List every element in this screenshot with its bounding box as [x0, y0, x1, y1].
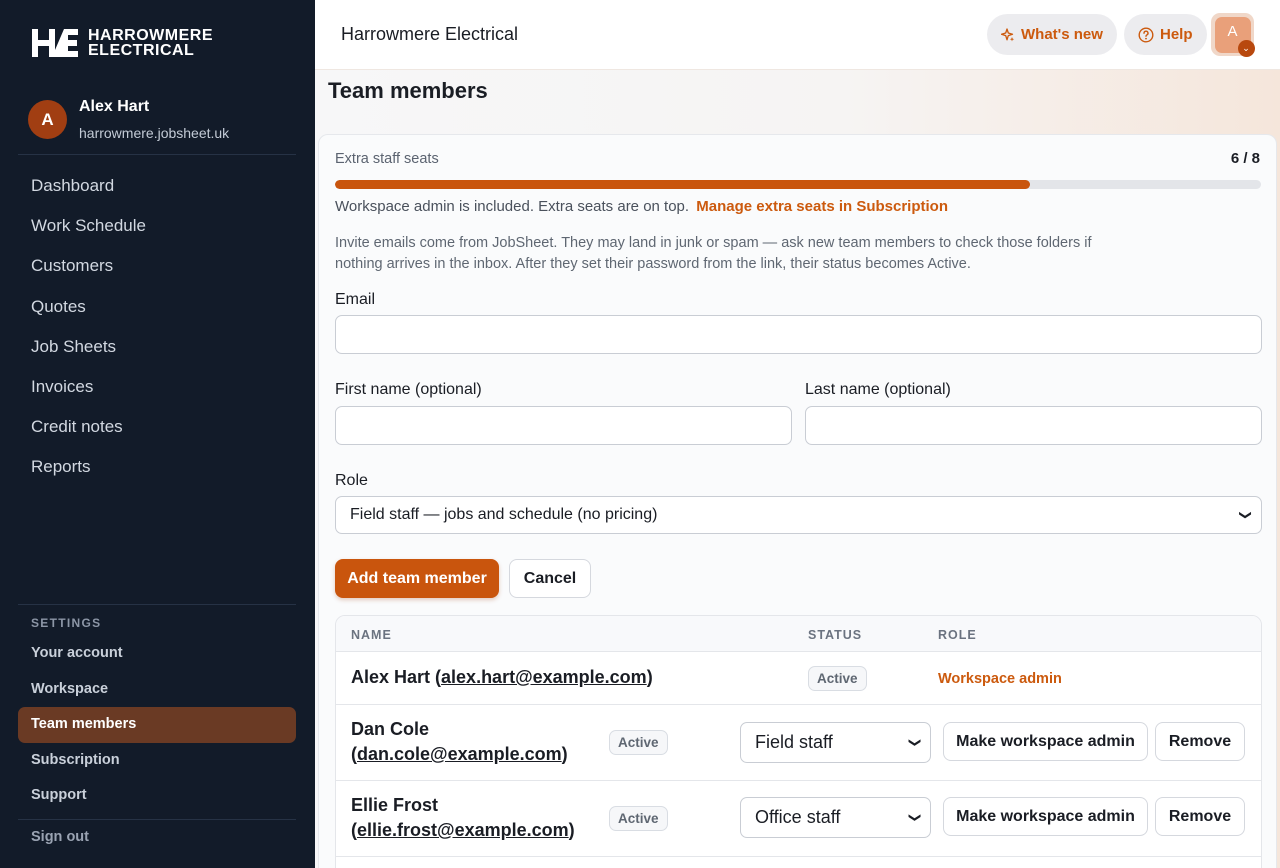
sparkle-icon	[1001, 27, 1015, 41]
remove-member-button[interactable]: Remove	[1155, 797, 1245, 836]
nav-item-job-sheets[interactable]: Job Sheets	[31, 337, 146, 377]
remove-member-button[interactable]: Remove	[1155, 722, 1245, 761]
team-members-card: Extra staff seats 6 / 8 Workspace admin …	[318, 134, 1277, 868]
first-name-input[interactable]	[335, 406, 792, 445]
seats-count: 6 / 8	[1230, 150, 1260, 167]
user-name: Alex Hart	[79, 98, 150, 115]
invite-info-text: Invite emails come from JobSheet. They m…	[335, 235, 1092, 272]
role-label: Role	[335, 472, 368, 489]
last-name-input[interactable]	[805, 406, 1262, 445]
page-title: Team members	[328, 78, 488, 103]
seats-progress-bar	[335, 180, 1261, 189]
main-content: Team members Extra staff seats 6 / 8 Wor…	[315, 70, 1280, 868]
last-name-label: Last name (optional)	[805, 381, 951, 398]
email-label: Email	[335, 291, 376, 308]
table-row: Dan Cole (dan.cole@example.com) Active Fi…	[336, 705, 1261, 781]
role-select-value: Field staff — jobs and schedule (no pric…	[350, 506, 658, 523]
chevron-down-icon: ❯	[908, 812, 923, 823]
settings-heading: SETTINGS	[31, 616, 102, 630]
settings-item-workspace[interactable]: Workspace	[18, 672, 296, 708]
make-workspace-admin-button[interactable]: Make workspace admin	[943, 722, 1148, 761]
seats-note: Workspace admin is included. Extra seats…	[335, 198, 948, 215]
column-header-name: NAME	[351, 628, 392, 642]
account-avatar-initial: A	[1227, 22, 1238, 40]
nav-item-invoices[interactable]: Invoices	[31, 377, 146, 417]
main-nav: Dashboard Work Schedule Customers Quotes…	[31, 176, 146, 498]
make-workspace-admin-button[interactable]: Make workspace admin	[943, 797, 1148, 836]
member-name: Dan Cole (dan.cole@example.com)	[351, 719, 568, 764]
member-name: Ellie Frost (ellie.frost@example.com)	[351, 795, 575, 840]
whats-new-label: What's new	[1021, 26, 1103, 43]
table-header: NAME STATUS ROLE	[336, 616, 1261, 652]
status-badge: Active	[609, 730, 668, 755]
sidebar-divider	[18, 819, 296, 820]
settings-item-team-members[interactable]: Team members	[18, 707, 296, 743]
nav-item-work-schedule[interactable]: Work Schedule	[31, 216, 146, 256]
settings-nav: Your account Workspace Team members Subs…	[18, 636, 296, 814]
sidebar-divider	[18, 154, 296, 155]
settings-item-subscription[interactable]: Subscription	[18, 743, 296, 779]
user-domain: harrowmere.jobsheet.uk	[79, 125, 230, 141]
member-email-link[interactable]: dan.cole@example.com	[357, 744, 562, 764]
team-table: NAME STATUS ROLE Alex Hart (alex.hart@ex…	[335, 615, 1262, 868]
column-header-status: STATUS	[808, 628, 863, 642]
workspace-name: Harrowmere Electrical	[341, 24, 519, 44]
role-select[interactable]: Field staff — jobs and schedule (no pric…	[335, 496, 1262, 534]
seats-label: Extra staff seats	[335, 151, 439, 167]
settings-item-support[interactable]: Support	[18, 778, 296, 814]
he-logo-icon	[32, 29, 78, 57]
account-menu-button[interactable]: A ⌄	[1211, 13, 1255, 57]
top-bar: Harrowmere Electrical What's new Help A …	[315, 0, 1280, 70]
status-badge: Active	[808, 666, 867, 691]
member-email-link[interactable]: alex.hart@example.com	[441, 667, 647, 687]
first-name-label: First name (optional)	[335, 381, 482, 398]
status-badge: Active	[609, 806, 668, 831]
chevron-down-icon: ⌄	[1237, 39, 1255, 57]
add-team-member-button[interactable]: Add team member	[335, 559, 499, 598]
user-avatar: A	[28, 100, 67, 139]
nav-item-quotes[interactable]: Quotes	[31, 297, 146, 337]
role-workspace-admin: Workspace admin	[938, 671, 1062, 687]
member-role-select[interactable]: Office staff ❯	[740, 797, 931, 838]
table-row: Ellie Frost (ellie.frost@example.com) Act…	[336, 781, 1261, 857]
cancel-button[interactable]: Cancel	[509, 559, 591, 598]
sidebar-user[interactable]: A Alex Hart harrowmere.jobsheet.uk	[28, 98, 229, 141]
settings-item-your-account[interactable]: Your account	[18, 636, 296, 672]
chevron-down-icon: ❯	[1238, 509, 1253, 521]
company-logo[interactable]: HARROWMERE ELECTRICAL	[30, 27, 213, 59]
sidebar: HARROWMERE ELECTRICAL A Alex Hart harrow…	[0, 0, 315, 868]
chevron-down-icon: ❯	[908, 737, 923, 748]
table-row: Alex Hart (alex.hart@example.com) Active…	[336, 652, 1261, 705]
manage-seats-link[interactable]: Manage extra seats in Subscription	[696, 198, 948, 215]
nav-item-customers[interactable]: Customers	[31, 256, 146, 296]
seats-progress-fill	[335, 180, 1030, 189]
member-name: Alex Hart (alex.hart@example.com)	[351, 667, 653, 687]
seats-note-text: Workspace admin is included. Extra seats…	[335, 198, 690, 215]
help-circle-icon	[1138, 26, 1154, 43]
nav-item-reports[interactable]: Reports	[31, 457, 146, 497]
member-role-select[interactable]: Field staff ❯	[740, 722, 931, 763]
whats-new-button[interactable]: What's new	[987, 14, 1117, 55]
member-email-link[interactable]: ellie.frost@example.com	[357, 820, 569, 840]
sign-out-link[interactable]: Sign out	[31, 829, 89, 845]
nav-item-credit-notes[interactable]: Credit notes	[31, 417, 146, 457]
help-button[interactable]: Help	[1124, 14, 1207, 55]
logo-text: HARROWMERE ELECTRICAL	[88, 27, 213, 59]
column-header-role: ROLE	[938, 628, 977, 642]
email-input[interactable]	[335, 315, 1262, 354]
sidebar-divider	[18, 604, 296, 605]
nav-item-dashboard[interactable]: Dashboard	[31, 176, 146, 216]
help-label: Help	[1160, 26, 1193, 43]
